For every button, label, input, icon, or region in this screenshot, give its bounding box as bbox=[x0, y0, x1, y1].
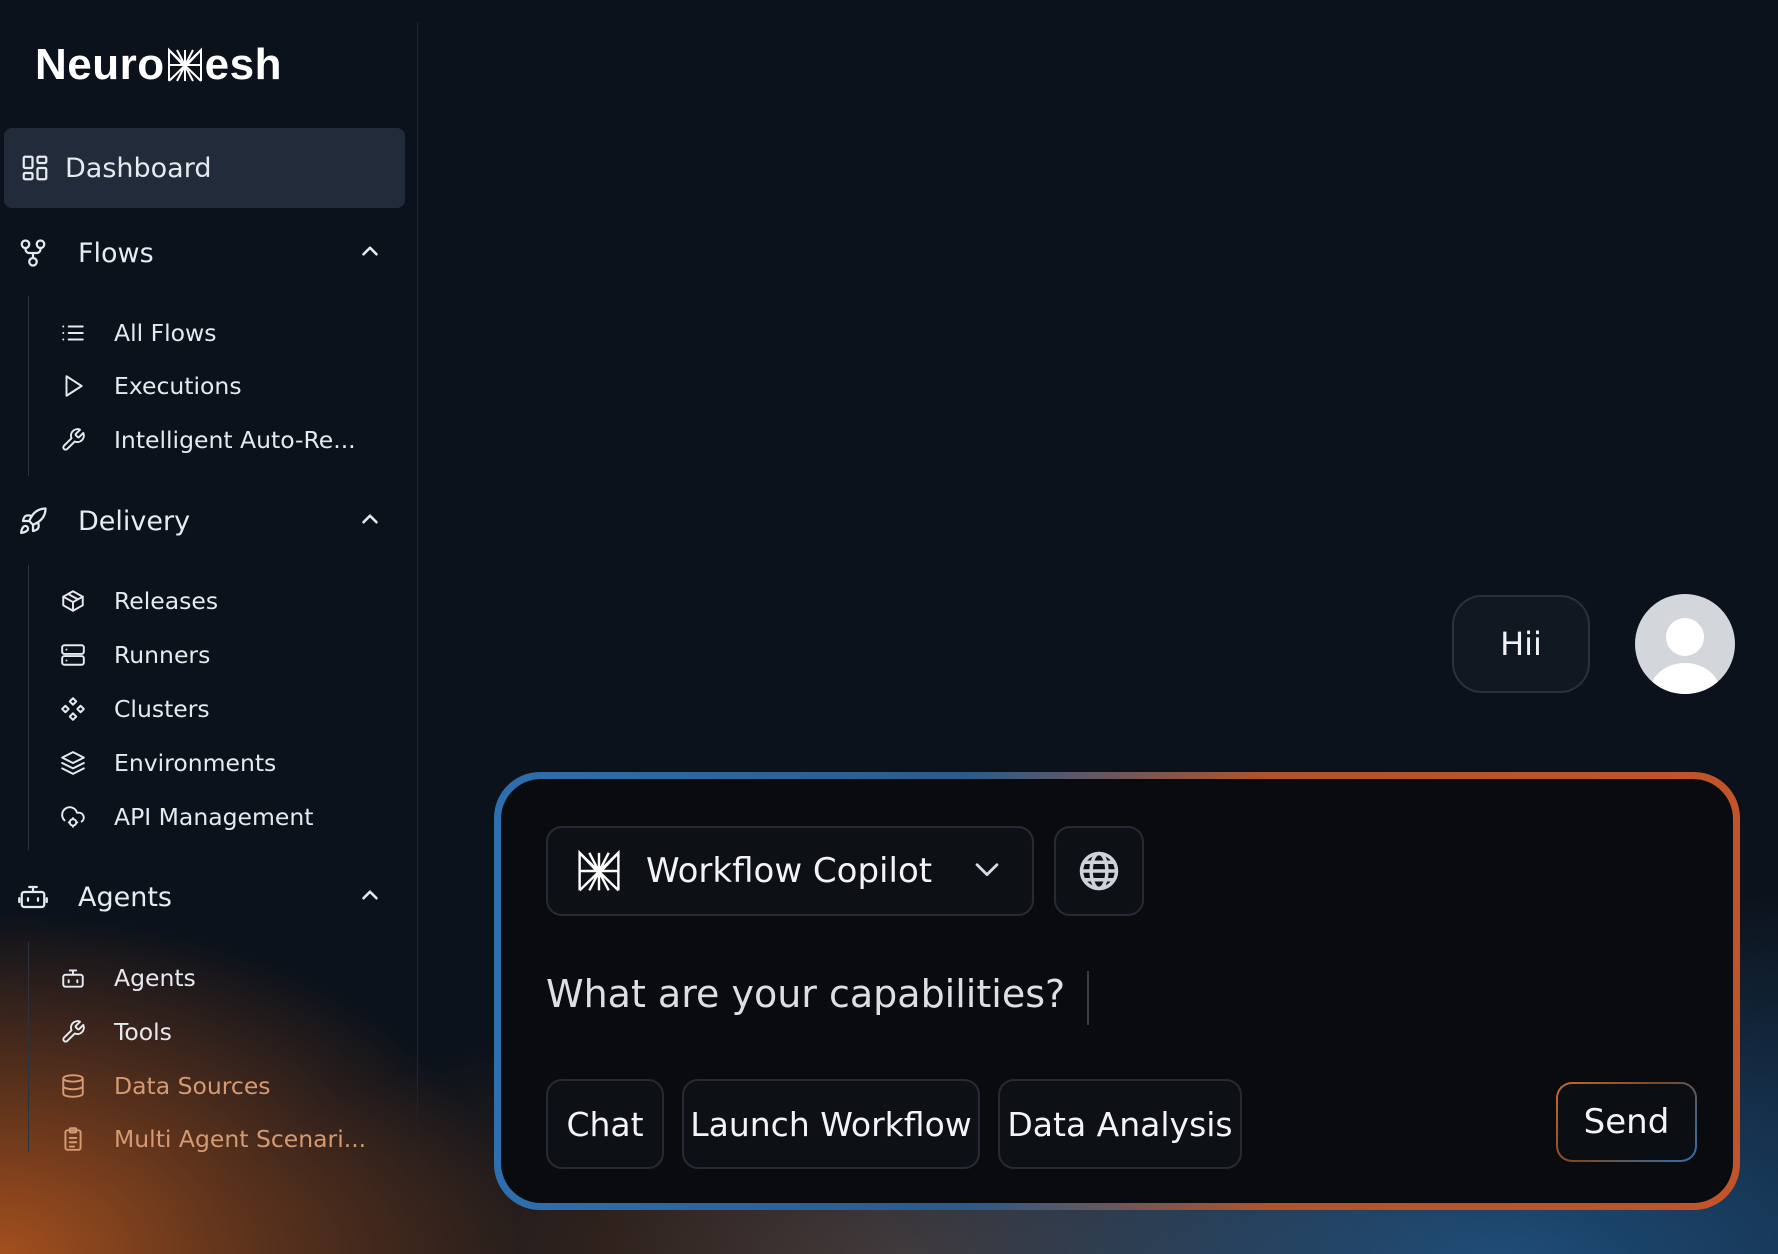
bot-icon bbox=[58, 963, 88, 993]
sidebar-item-api-management[interactable]: API Management bbox=[58, 795, 313, 839]
chevron-down-icon bbox=[970, 852, 1004, 890]
sidebar-section-delivery[interactable]: Delivery bbox=[18, 496, 383, 546]
model-selector-label: Workflow Copilot bbox=[646, 851, 933, 891]
globe-icon bbox=[1079, 851, 1119, 891]
mode-chip-data-analysis[interactable]: Data Analysis bbox=[998, 1079, 1242, 1169]
wrench-icon bbox=[58, 1017, 88, 1047]
sidebar-item-label: Tools bbox=[114, 1018, 172, 1046]
sidebar-item-intelligent-auto-re[interactable]: Intelligent Auto-Re... bbox=[58, 418, 356, 462]
sidebar-item-label: All Flows bbox=[114, 319, 217, 347]
wrench-icon bbox=[58, 425, 88, 455]
sidebar-item-multi-agent-scenarios[interactable]: Multi Agent Scenari... bbox=[58, 1117, 366, 1161]
sidebar-item-label: Agents bbox=[114, 964, 196, 992]
section-label: Delivery bbox=[78, 505, 191, 537]
mode-chip-launch-workflow[interactable]: Launch Workflow bbox=[682, 1079, 980, 1169]
sidebar-item-label: Intelligent Auto-Re... bbox=[114, 426, 356, 454]
brand-m-mark-icon bbox=[167, 47, 202, 82]
sidebar-item-data-sources[interactable]: Data Sources bbox=[58, 1064, 271, 1108]
composer-frame: Workflow Copilot Chat Launch Workflow Da… bbox=[494, 772, 1740, 1210]
sidebar-section-agents[interactable]: Agents bbox=[18, 872, 383, 922]
sidebar-item-runners[interactable]: Runners bbox=[58, 633, 210, 677]
chip-label: Launch Workflow bbox=[690, 1104, 972, 1144]
chip-label: Chat bbox=[566, 1104, 644, 1144]
sidebar-item-label: Data Sources bbox=[114, 1072, 271, 1100]
sidebar-item-tools[interactable]: Tools bbox=[58, 1010, 172, 1054]
tree-line bbox=[28, 942, 29, 1152]
clipboard-icon bbox=[58, 1124, 88, 1154]
chevron-up-icon[interactable] bbox=[357, 506, 383, 536]
sidebar: Neuro esh Dashboard Flows All Flows Exec… bbox=[0, 0, 418, 1254]
sidebar-divider bbox=[417, 22, 418, 1232]
user-avatar[interactable] bbox=[1635, 594, 1735, 694]
chevron-up-icon[interactable] bbox=[357, 882, 383, 912]
sidebar-item-label: Dashboard bbox=[65, 152, 212, 184]
send-button[interactable]: Send bbox=[1556, 1082, 1697, 1162]
clusters-icon bbox=[58, 694, 88, 724]
prompt-input[interactable] bbox=[546, 959, 1646, 1029]
bot-icon bbox=[18, 882, 48, 912]
flows-icon bbox=[18, 238, 48, 268]
sidebar-item-all-flows[interactable]: All Flows bbox=[58, 311, 217, 355]
sidebar-item-label: API Management bbox=[114, 803, 314, 831]
brand-logo[interactable]: Neuro esh bbox=[35, 40, 282, 90]
layers-icon bbox=[58, 748, 88, 778]
sidebar-item-label: Executions bbox=[114, 372, 242, 400]
brand-name-prefix: Neuro bbox=[35, 40, 165, 89]
composer: Workflow Copilot Chat Launch Workflow Da… bbox=[501, 779, 1733, 1203]
dashboard-grid-icon bbox=[20, 153, 50, 183]
person-icon bbox=[1650, 618, 1720, 694]
sidebar-item-executions[interactable]: Executions bbox=[58, 364, 242, 408]
tree-line bbox=[28, 296, 29, 476]
cloud-cog-icon bbox=[58, 802, 88, 832]
sidebar-item-label: Multi Agent Scenari... bbox=[114, 1125, 367, 1153]
list-icon bbox=[58, 318, 88, 348]
send-button-inner: Send bbox=[1558, 1084, 1695, 1160]
section-label: Agents bbox=[78, 881, 172, 913]
mode-chip-chat[interactable]: Chat bbox=[546, 1079, 664, 1169]
user-message-text: Hii bbox=[1500, 625, 1542, 663]
tree-line bbox=[28, 565, 29, 850]
sidebar-item-label: Clusters bbox=[114, 695, 210, 723]
web-search-toggle-button[interactable] bbox=[1054, 826, 1144, 916]
sidebar-item-dashboard[interactable]: Dashboard bbox=[4, 128, 405, 208]
user-message-bubble: Hii bbox=[1452, 595, 1590, 693]
sidebar-item-label: Environments bbox=[114, 749, 277, 777]
brand-name-suffix: esh bbox=[204, 40, 282, 89]
server-icon bbox=[58, 640, 88, 670]
section-label: Flows bbox=[78, 237, 154, 269]
workflow-copilot-logo-icon bbox=[578, 849, 620, 892]
sidebar-section-flows[interactable]: Flows bbox=[18, 228, 383, 278]
chevron-up-icon[interactable] bbox=[357, 238, 383, 268]
rocket-icon bbox=[18, 506, 48, 536]
package-icon bbox=[58, 586, 88, 616]
play-icon bbox=[58, 371, 88, 401]
chip-label: Data Analysis bbox=[1007, 1104, 1233, 1144]
sidebar-item-label: Runners bbox=[114, 641, 211, 669]
sidebar-item-releases[interactable]: Releases bbox=[58, 579, 218, 623]
send-button-label: Send bbox=[1583, 1102, 1670, 1142]
database-icon bbox=[58, 1071, 88, 1101]
sidebar-item-environments[interactable]: Environments bbox=[58, 741, 276, 785]
model-selector[interactable]: Workflow Copilot bbox=[546, 826, 1034, 916]
sidebar-item-agents[interactable]: Agents bbox=[58, 956, 196, 1000]
sidebar-item-clusters[interactable]: Clusters bbox=[58, 687, 210, 731]
sidebar-item-label: Releases bbox=[114, 587, 219, 615]
text-caret bbox=[1087, 971, 1089, 1025]
